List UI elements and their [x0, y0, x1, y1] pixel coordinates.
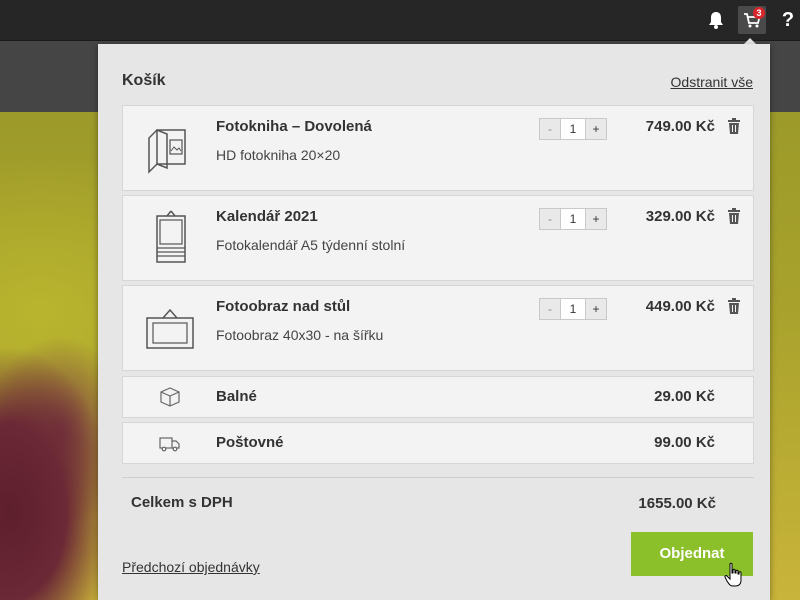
quantity-value[interactable]: 1	[560, 299, 586, 319]
hand-cursor-icon	[724, 562, 742, 587]
quantity-stepper: - 1 +	[539, 118, 607, 140]
photobook-icon	[143, 120, 199, 176]
decrease-button[interactable]: -	[540, 209, 560, 229]
total-label: Celkem s DPH	[131, 494, 233, 511]
previous-orders-link[interactable]: Předchozí objednávky	[122, 559, 260, 575]
decrease-button[interactable]: -	[540, 119, 560, 139]
truck-icon	[159, 437, 180, 452]
fee-row-shipping: Poštovné 99.00 Kč	[122, 422, 754, 464]
cart-item: Fotoobraz nad stůl Fotoobraz 40x30 - na …	[122, 285, 754, 371]
top-bar: 3 ?	[0, 0, 800, 41]
bell-icon[interactable]	[704, 8, 728, 32]
increase-button[interactable]: +	[586, 299, 606, 319]
fee-price: 29.00 Kč	[654, 388, 715, 405]
item-description: Fotokalendář A5 týdenní stolní	[216, 237, 406, 253]
cart-count-badge: 3	[753, 7, 765, 19]
cart-button[interactable]: 3	[738, 6, 766, 34]
item-price: 449.00 Kč	[645, 298, 715, 315]
fee-name: Balné	[216, 388, 257, 405]
cart-title: Košík	[122, 72, 166, 89]
quantity-value[interactable]: 1	[560, 119, 586, 139]
item-price: 329.00 Kč	[645, 208, 715, 225]
item-description: Fotoobraz 40x30 - na šířku	[216, 327, 384, 343]
trash-icon[interactable]	[727, 118, 741, 136]
decrease-button[interactable]: -	[540, 299, 560, 319]
cart-panel: Košík Odstranit vše Fotokniha – Dovolená…	[98, 44, 770, 600]
fee-row-packaging: Balné 29.00 Kč	[122, 376, 754, 418]
picture-frame-icon	[143, 300, 199, 356]
remove-all-link[interactable]: Odstranit vše	[671, 74, 753, 90]
item-name: Fotokniha – Dovolená	[216, 118, 372, 135]
item-price: 749.00 Kč	[645, 118, 715, 135]
increase-button[interactable]: +	[586, 119, 606, 139]
total-value: 1655.00 Kč	[638, 495, 716, 512]
help-icon[interactable]: ?	[776, 8, 800, 32]
fee-name: Poštovné	[216, 434, 284, 451]
item-name: Fotoobraz nad stůl	[216, 298, 351, 315]
cart-item: Fotokniha – Dovolená HD fotokniha 20×20 …	[122, 105, 754, 191]
item-name: Kalendář 2021	[216, 208, 318, 225]
increase-button[interactable]: +	[586, 209, 606, 229]
trash-icon[interactable]	[727, 208, 741, 226]
quantity-stepper: - 1 +	[539, 298, 607, 320]
item-description: HD fotokniha 20×20	[216, 147, 341, 163]
calendar-icon	[143, 210, 199, 266]
divider	[122, 477, 754, 478]
trash-icon[interactable]	[727, 298, 741, 316]
cart-item: Kalendář 2021 Fotokalendář A5 týdenní st…	[122, 195, 754, 281]
fee-price: 99.00 Kč	[654, 434, 715, 451]
quantity-stepper: - 1 +	[539, 208, 607, 230]
package-icon	[160, 387, 180, 407]
quantity-value[interactable]: 1	[560, 209, 586, 229]
